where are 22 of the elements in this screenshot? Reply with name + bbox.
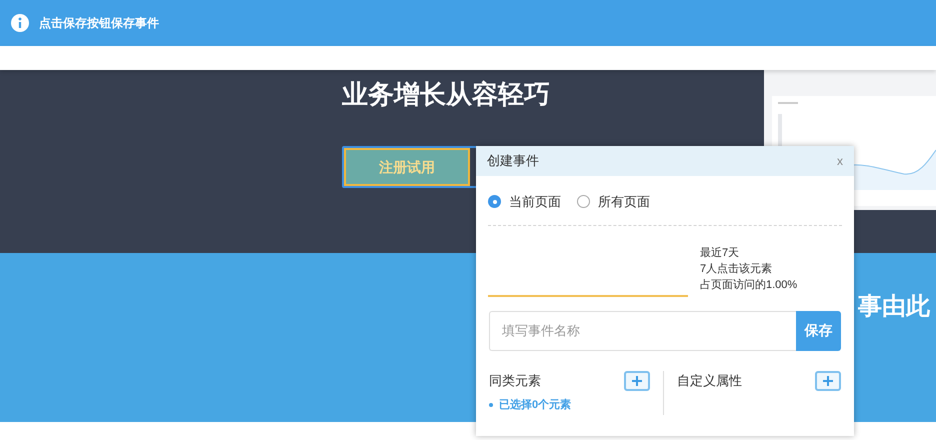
notice-text: 点击保存按钮保存事件 [39,15,159,32]
scope-radio[interactable]: 所有页面 [577,192,650,212]
stat-line: 7人点击该元素 [700,262,774,276]
event-name-field[interactable]: 填写事件名称 [489,310,796,350]
register-button[interactable]: 注册试用 [344,148,470,186]
hero-headline: 业务增长从容轻巧 [342,78,550,111]
selection-note: 已选择0个元素 [499,398,572,412]
section-label: 同类元素 [489,372,541,390]
add-button[interactable] [815,370,841,390]
dialog-title: 创建事件 [487,152,539,170]
plus-icon [822,374,834,386]
section-label: 自定义属性 [677,372,742,390]
band-text: 事由此 [858,292,930,322]
stat-line: 占页面访问的1.00% [700,278,798,292]
info-icon [11,14,29,32]
plus-icon [631,374,643,386]
bullet-icon [489,402,493,407]
save-button[interactable]: 保存 [796,310,841,350]
stat-line: 最近7天 [700,246,740,260]
scope-radio[interactable]: 当前页面 [488,192,561,212]
add-button[interactable] [624,370,650,390]
close-button[interactable]: x [837,152,843,170]
